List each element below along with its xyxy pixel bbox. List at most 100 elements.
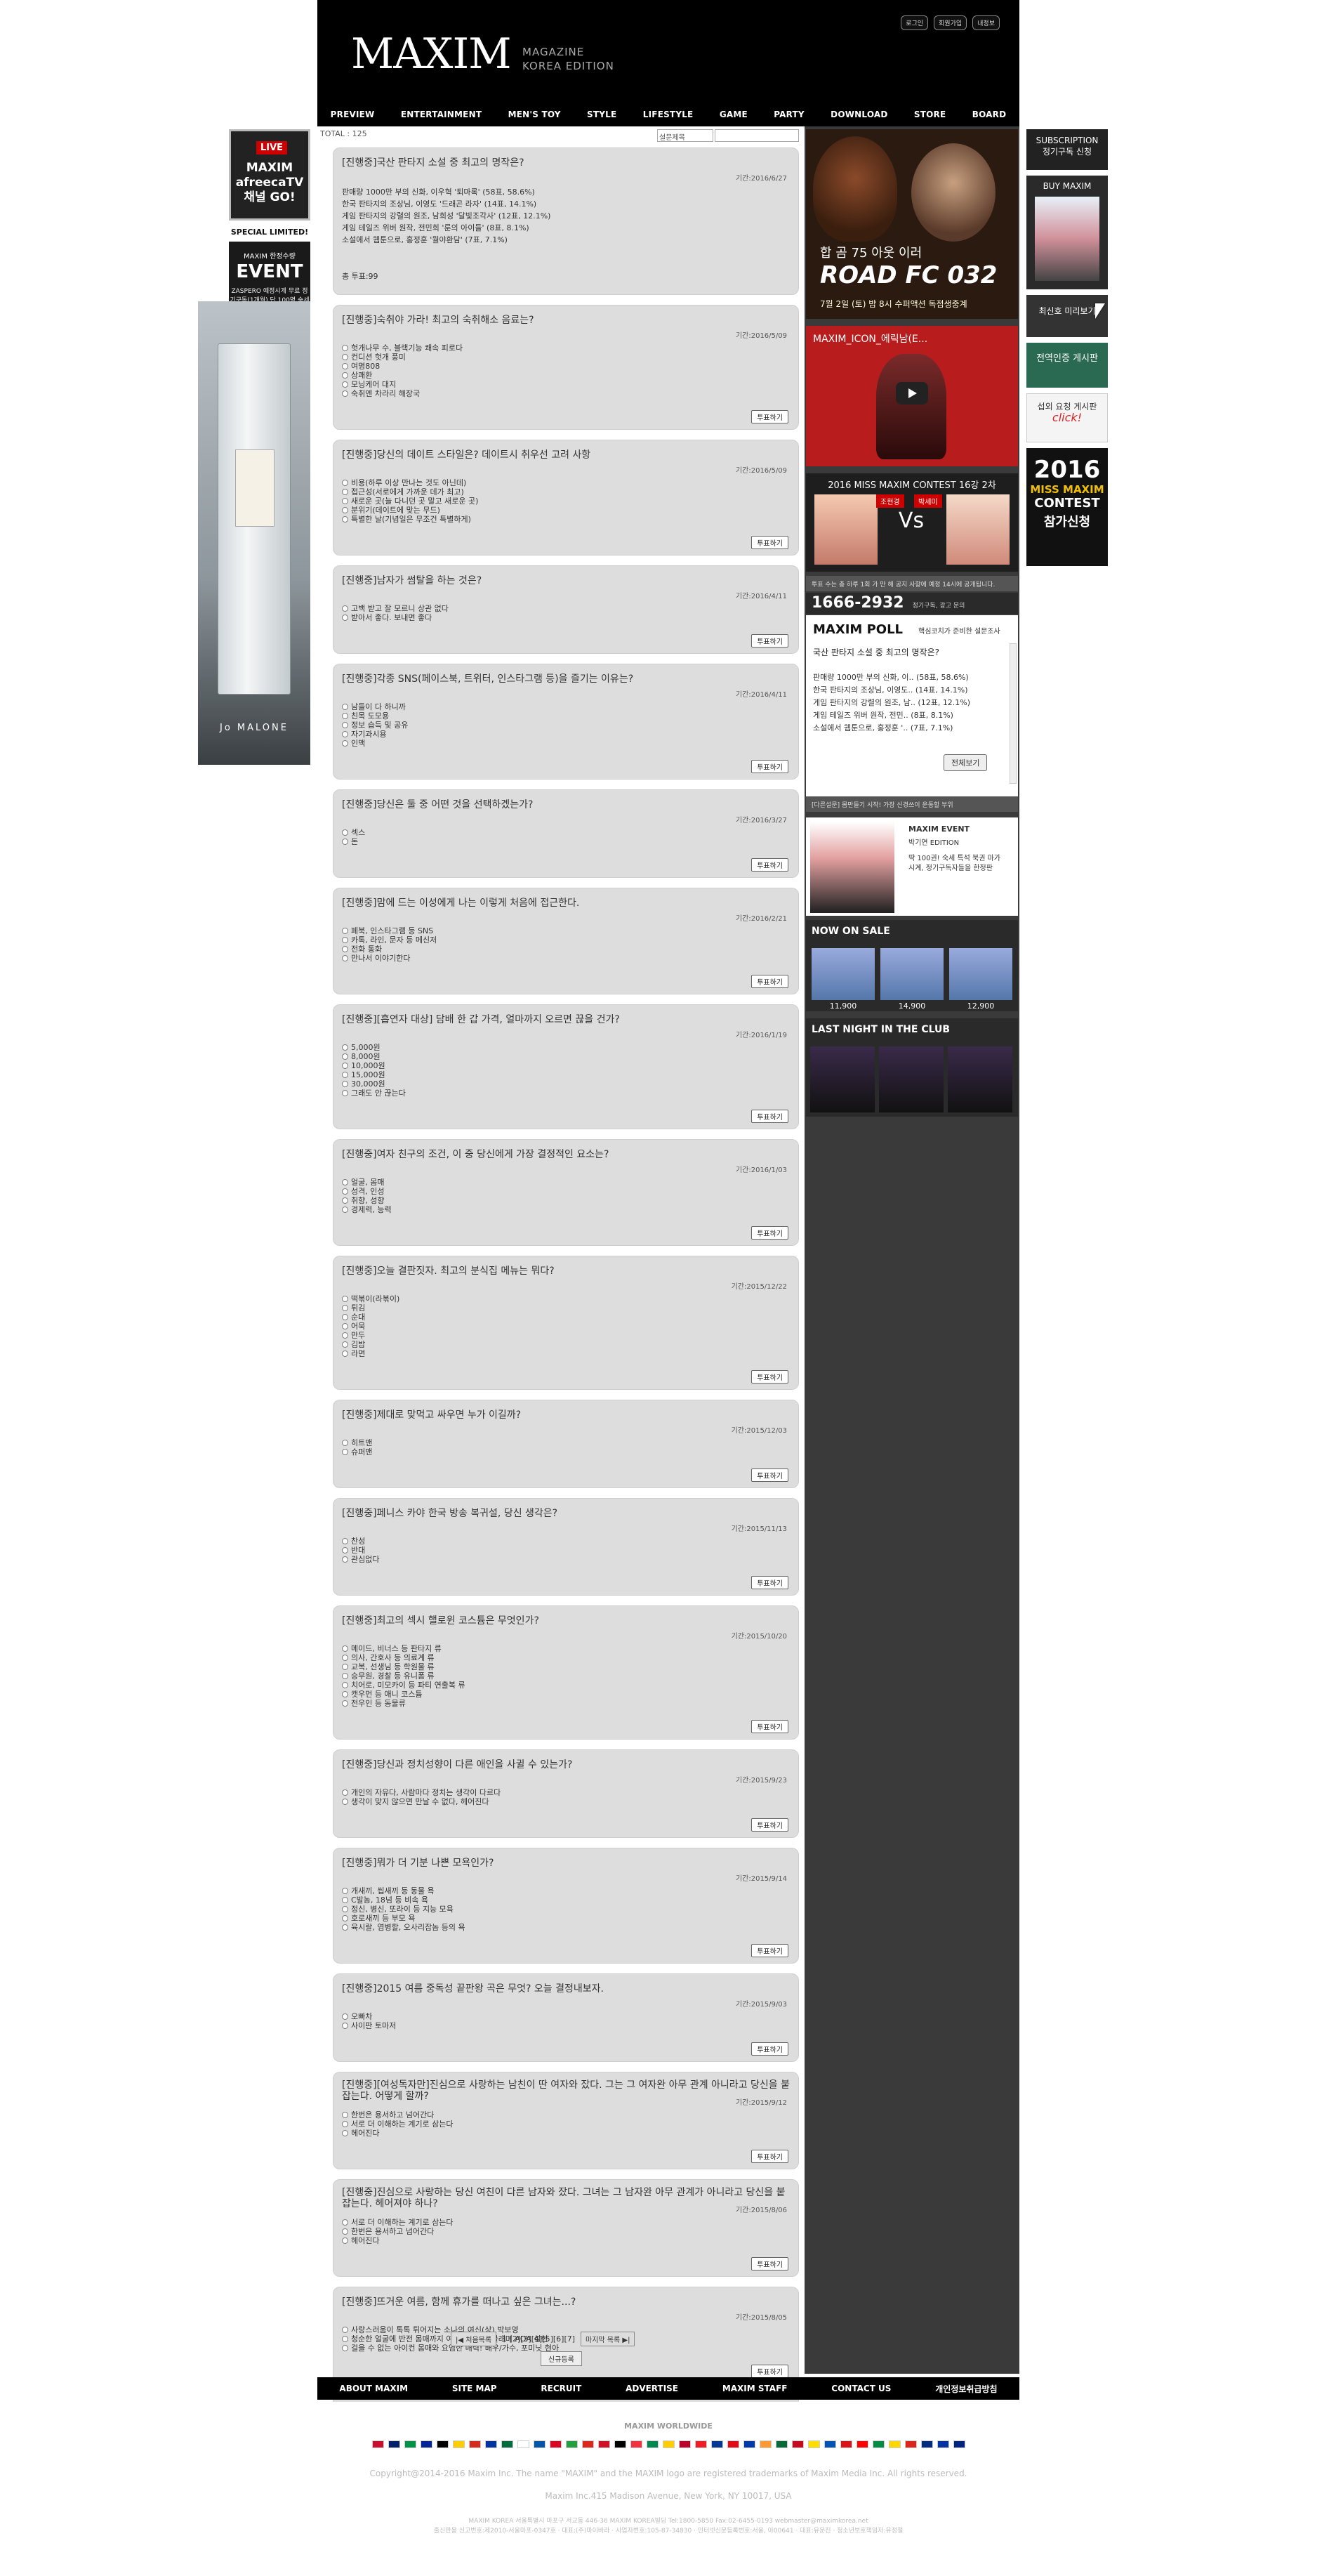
poll-option[interactable]: 반대 bbox=[342, 1546, 379, 1555]
country-flag-icon[interactable] bbox=[953, 2440, 965, 2456]
radio-icon[interactable] bbox=[342, 1090, 348, 1096]
radio-icon[interactable] bbox=[342, 2023, 348, 2029]
radio-icon[interactable] bbox=[342, 1440, 348, 1446]
video-player[interactable]: MAXIM_ICON_에릭남(E... bbox=[806, 326, 1018, 466]
radio-icon[interactable] bbox=[342, 1655, 348, 1661]
poll-option[interactable]: 메이드, 비너스 등 판타지 류 bbox=[342, 1644, 465, 1653]
poll-option[interactable]: 비용(하루 이상 만나는 것도 아닌데) bbox=[342, 478, 478, 487]
radio-icon[interactable] bbox=[342, 955, 348, 961]
vote-button[interactable]: 투표하기 bbox=[751, 1226, 788, 1240]
poll-title[interactable]: [진행중]뜨거운 여름, 함께 휴가를 떠나고 싶은 그녀는...? bbox=[342, 2294, 576, 2308]
country-flag-icon[interactable] bbox=[710, 2440, 723, 2456]
country-flag-icon[interactable] bbox=[662, 2440, 675, 2456]
country-flag-icon[interactable] bbox=[872, 2440, 885, 2456]
country-flag-icon[interactable] bbox=[646, 2440, 659, 2456]
poll-option[interactable]: 접근성(서로에게 가까운 데가 최고) bbox=[342, 487, 478, 497]
radio-icon[interactable] bbox=[342, 489, 348, 495]
poll-option[interactable]: 카톡, 라인, 문자 등 메신저 bbox=[342, 935, 437, 945]
radio-icon[interactable] bbox=[342, 1081, 348, 1087]
vote-button[interactable]: 투표하기 bbox=[751, 2150, 788, 2163]
radio-icon[interactable] bbox=[342, 1664, 348, 1670]
search-input[interactable] bbox=[715, 129, 799, 142]
first-page-button[interactable]: |◀ 처음목록 bbox=[451, 2332, 497, 2346]
poll-option[interactable]: 친목 도모용 bbox=[342, 711, 408, 721]
vote-button[interactable]: 투표하기 bbox=[751, 760, 788, 773]
poll-option[interactable]: 순대 bbox=[342, 1313, 399, 1322]
poll-option[interactable]: 8,000원 bbox=[342, 1052, 406, 1061]
country-flag-icon[interactable] bbox=[614, 2440, 626, 2456]
poll-option[interactable]: 치어로, 미모카이 등 파티 연출복 류 bbox=[342, 1681, 465, 1690]
discharge-cert-board-banner[interactable]: 전역인증 게시판 bbox=[1026, 343, 1108, 388]
maxim-event-box[interactable]: MAXIM EVENT 박기연 EDITION 딱 100권! 숙세 특석 북권 … bbox=[806, 817, 1018, 916]
sale-product[interactable] bbox=[949, 948, 1012, 1000]
nav-party[interactable]: PARTY bbox=[774, 110, 805, 119]
play-icon[interactable] bbox=[896, 382, 928, 405]
radio-icon[interactable] bbox=[342, 1799, 348, 1805]
country-flag-icon[interactable] bbox=[630, 2440, 642, 2456]
radio-icon[interactable] bbox=[342, 1682, 348, 1688]
country-flag-icon[interactable] bbox=[533, 2440, 545, 2456]
radio-icon[interactable] bbox=[342, 363, 348, 369]
radio-icon[interactable] bbox=[342, 2121, 348, 2127]
radio-icon[interactable] bbox=[342, 1789, 348, 1796]
radio-icon[interactable] bbox=[342, 1063, 348, 1069]
vote-button[interactable]: 투표하기 bbox=[751, 2257, 788, 2271]
radio-icon[interactable] bbox=[342, 1314, 348, 1320]
country-flag-icon[interactable] bbox=[888, 2440, 901, 2456]
country-flag-icon[interactable] bbox=[759, 2440, 772, 2456]
radio-icon[interactable] bbox=[342, 1897, 348, 1903]
poll-option[interactable]: 찬성 bbox=[342, 1537, 379, 1546]
country-flag-icon[interactable] bbox=[581, 2440, 594, 2456]
radio-icon[interactable] bbox=[342, 1645, 348, 1652]
footer-recruit[interactable]: RECRUIT bbox=[541, 2384, 581, 2393]
poll-option[interactable]: 취향, 성향 bbox=[342, 1196, 392, 1205]
poll-option[interactable]: 캣우먼 등 애니 코스튬 bbox=[342, 1690, 465, 1699]
country-flag-icon[interactable] bbox=[937, 2440, 949, 2456]
poll-option[interactable]: 특별한 날(기념일은 무조건 특별하게) bbox=[342, 515, 478, 524]
poll-option[interactable]: 서로 더 이해하는 계기로 삼는다 bbox=[342, 2218, 454, 2227]
country-flag-icon[interactable] bbox=[452, 2440, 465, 2456]
poll-option[interactable]: 남들이 다 하니까 bbox=[342, 702, 408, 711]
radio-icon[interactable] bbox=[342, 839, 348, 845]
poll-option[interactable]: 교복, 선생님 등 학원물 류 bbox=[342, 1662, 465, 1671]
radio-icon[interactable] bbox=[342, 1188, 348, 1195]
last-page-button[interactable]: 마지막 목록 ▶| bbox=[581, 2332, 635, 2346]
radio-icon[interactable] bbox=[342, 2237, 348, 2244]
country-flag-icon[interactable] bbox=[694, 2440, 707, 2456]
radio-icon[interactable] bbox=[342, 1323, 348, 1329]
poll-option[interactable]: 모닝케어 대지 bbox=[342, 380, 463, 389]
vote-button[interactable]: 투표하기 bbox=[751, 975, 788, 988]
country-flag-icon[interactable] bbox=[743, 2440, 755, 2456]
vote-button[interactable]: 투표하기 bbox=[751, 1720, 788, 1733]
radio-icon[interactable] bbox=[342, 2013, 348, 2020]
signup-button[interactable]: 회원가입 bbox=[934, 15, 967, 30]
radio-icon[interactable] bbox=[342, 928, 348, 934]
radio-icon[interactable] bbox=[342, 1072, 348, 1078]
radio-icon[interactable] bbox=[342, 1700, 348, 1707]
poll-title[interactable]: [진행중]당신의 데이트 스타일은? 데이트시 취우선 고려 사항 bbox=[342, 447, 590, 461]
afreecatv-live-banner[interactable]: LIVE MAXIM afreecaTV 채널 GO! bbox=[229, 129, 310, 221]
radio-icon[interactable] bbox=[342, 1888, 348, 1894]
poll-option[interactable]: 한번은 용서하고 넘어간다 bbox=[342, 2227, 454, 2236]
subscription-banner[interactable]: SUBSCRIPTION 정기구독 신청 bbox=[1026, 129, 1108, 170]
poll-option[interactable]: 서로 더 이해하는 계기로 삼는다 bbox=[342, 2120, 454, 2129]
radio-icon[interactable] bbox=[342, 354, 348, 360]
search-type-select[interactable]: 설문제목 bbox=[657, 129, 713, 142]
radio-icon[interactable] bbox=[342, 2130, 348, 2136]
radio-icon[interactable] bbox=[342, 1341, 348, 1348]
country-flag-icon[interactable] bbox=[565, 2440, 578, 2456]
vote-button[interactable]: 투표하기 bbox=[751, 1944, 788, 1957]
poll-title[interactable]: [진행중]2015 여름 중독성 끝판왕 곡은 무엇? 오늘 결정내보자. bbox=[342, 1981, 604, 1995]
country-flag-icon[interactable] bbox=[920, 2440, 933, 2456]
radio-icon[interactable] bbox=[342, 1556, 348, 1563]
nav-game[interactable]: GAME bbox=[720, 110, 748, 119]
poll-title[interactable]: [진행중]숙취야 가라! 최고의 숙취해소 음료는? bbox=[342, 313, 534, 327]
poll-option[interactable]: 개새끼, 씹새끼 등 동물 욕 bbox=[342, 1886, 465, 1895]
country-flag-icon[interactable] bbox=[549, 2440, 562, 2456]
radio-icon[interactable] bbox=[342, 937, 348, 943]
poll-option[interactable]: 전화 통화 bbox=[342, 945, 437, 954]
radio-icon[interactable] bbox=[342, 2345, 348, 2351]
radio-icon[interactable] bbox=[342, 345, 348, 351]
vote-button[interactable]: 투표하기 bbox=[751, 1576, 788, 1589]
poll-option[interactable]: 관심없다 bbox=[342, 1555, 379, 1564]
